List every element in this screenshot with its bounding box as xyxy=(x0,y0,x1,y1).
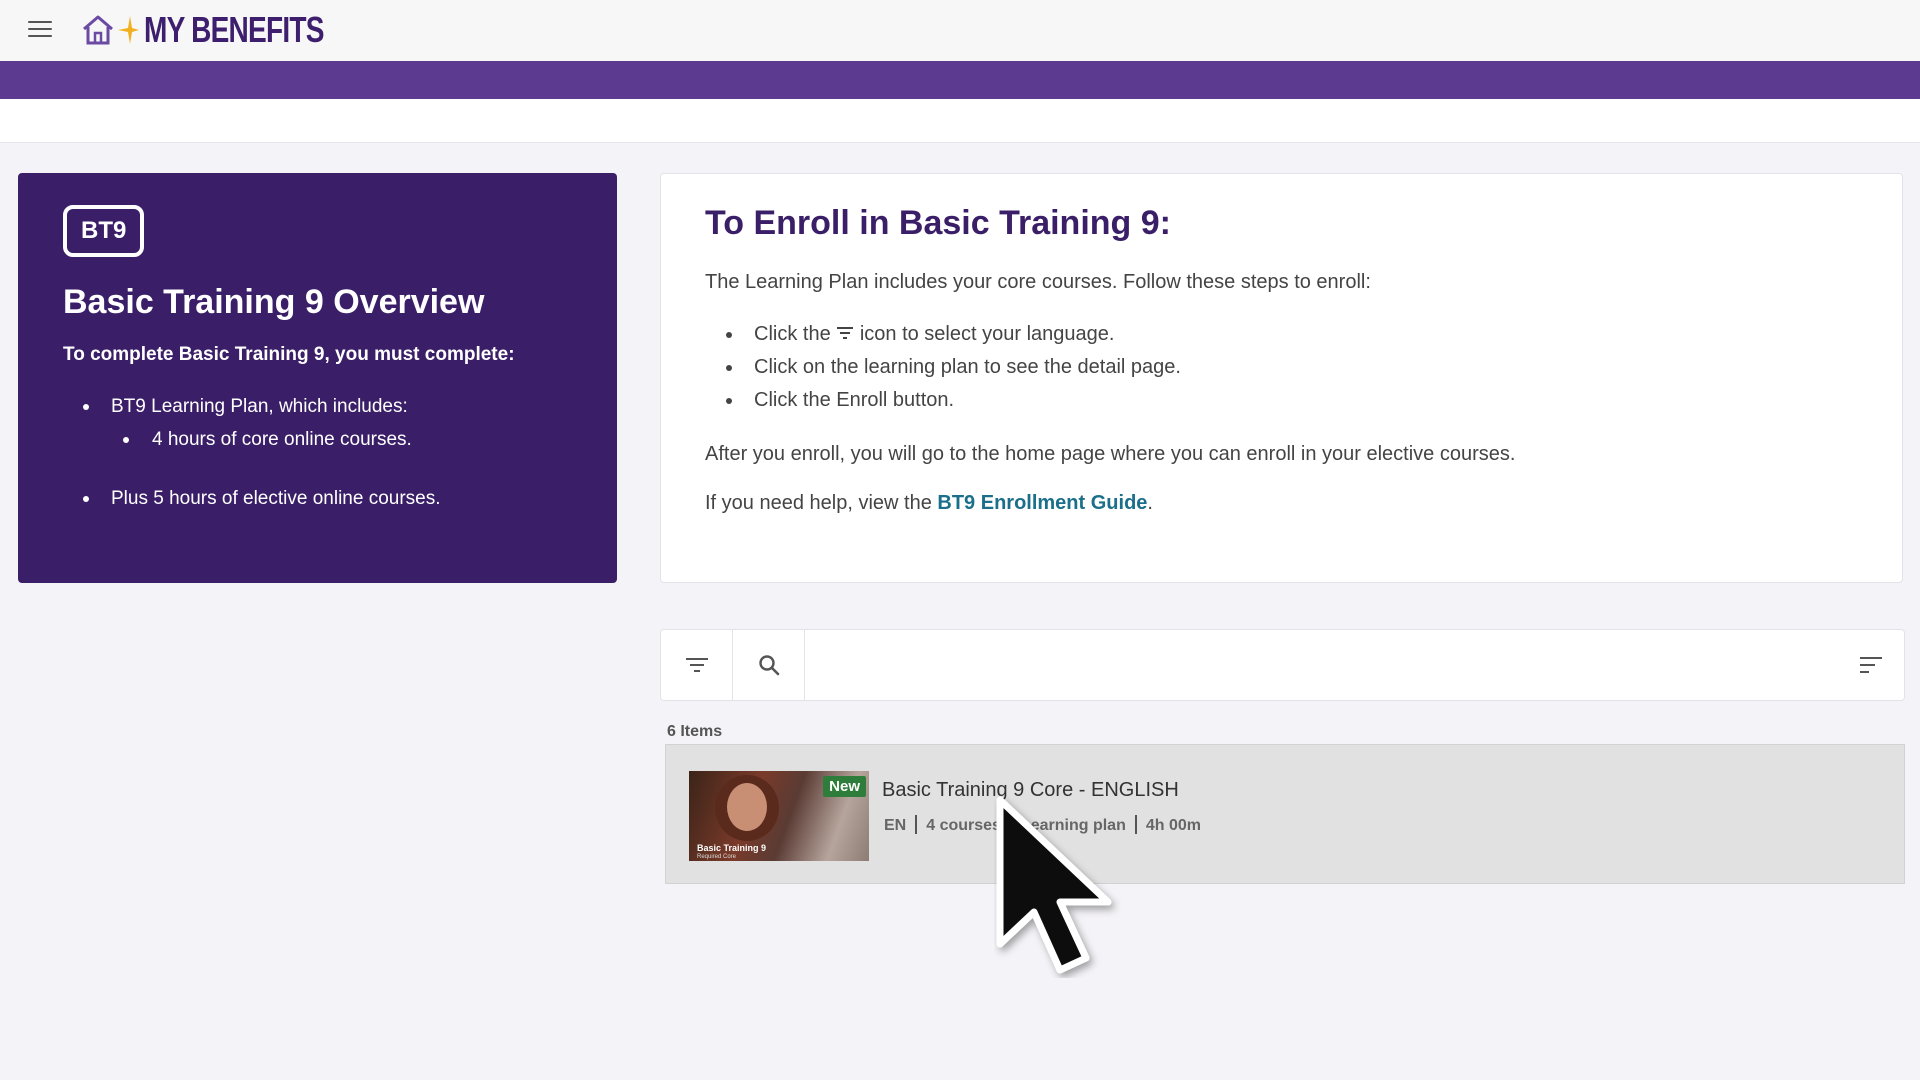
enroll-instructions-panel: To Enroll in Basic Training 9: The Learn… xyxy=(660,173,1903,583)
enroll-help-text: If you need help, view the BT9 Enrollmen… xyxy=(705,492,1153,514)
thumbnail-caption: Basic Training 9 xyxy=(697,843,767,853)
card-course-count: 4 courses xyxy=(926,817,1001,834)
sort-icon[interactable] xyxy=(1858,653,1884,677)
enroll-step: Click the icon to select your language. xyxy=(705,318,1858,351)
items-count: 6 Items xyxy=(667,723,723,740)
home-logo[interactable]: MY BENEFITS xyxy=(80,9,374,50)
requirement-item: Plus 5 hours of elective online courses. xyxy=(63,482,572,515)
card-duration: 4h 00m xyxy=(1145,817,1201,834)
enrollment-guide-link[interactable]: BT9 Enrollment Guide xyxy=(937,492,1147,514)
course-thumbnail: Basic Training 9 Required Core New xyxy=(689,771,869,861)
filter-icon xyxy=(685,658,708,672)
catalog-toolbar xyxy=(660,629,1905,701)
menu-icon[interactable] xyxy=(28,21,52,39)
logo-text: MY BENEFITS xyxy=(144,9,324,50)
sub-header-band xyxy=(0,99,1920,143)
enroll-steps-list: Click the icon to select your language. … xyxy=(705,318,1858,417)
enroll-intro: The Learning Plan includes your core cou… xyxy=(705,271,1371,293)
enroll-after-text: After you enroll, you will go to the hom… xyxy=(705,443,1516,465)
requirement-item: BT9 Learning Plan, which includes: xyxy=(63,390,572,423)
mouse-cursor-icon xyxy=(996,796,1112,974)
enroll-step: Click the Enroll button. xyxy=(705,384,1858,417)
search-button[interactable] xyxy=(733,630,805,700)
learning-plan-card[interactable]: Basic Training 9 Required Core New Basic… xyxy=(665,744,1905,884)
requirement-subitem: 4 hours of core online courses. xyxy=(63,423,572,456)
thumbnail-subcaption: Required Core xyxy=(697,854,737,860)
sparkle-icon xyxy=(118,16,139,44)
bt9-badge: BT9 xyxy=(63,205,145,257)
overview-lead: To complete Basic Training 9, you must c… xyxy=(63,344,515,365)
filter-button[interactable] xyxy=(661,630,733,700)
header-band xyxy=(0,61,1920,99)
top-bar: MY BENEFITS xyxy=(0,0,1920,61)
enroll-title: To Enroll in Basic Training 9: xyxy=(705,204,1171,242)
search-icon xyxy=(758,655,779,676)
card-language: EN xyxy=(884,817,907,834)
enroll-step: Click on the learning plan to see the de… xyxy=(705,351,1858,384)
requirements-list: BT9 Learning Plan, which includes: 4 hou… xyxy=(63,390,572,515)
new-badge: New xyxy=(823,776,866,797)
home-icon xyxy=(83,15,113,45)
overview-panel: BT9 Basic Training 9 Overview To complet… xyxy=(18,173,617,583)
filter-icon xyxy=(837,327,854,339)
overview-title: Basic Training 9 Overview xyxy=(63,283,485,321)
